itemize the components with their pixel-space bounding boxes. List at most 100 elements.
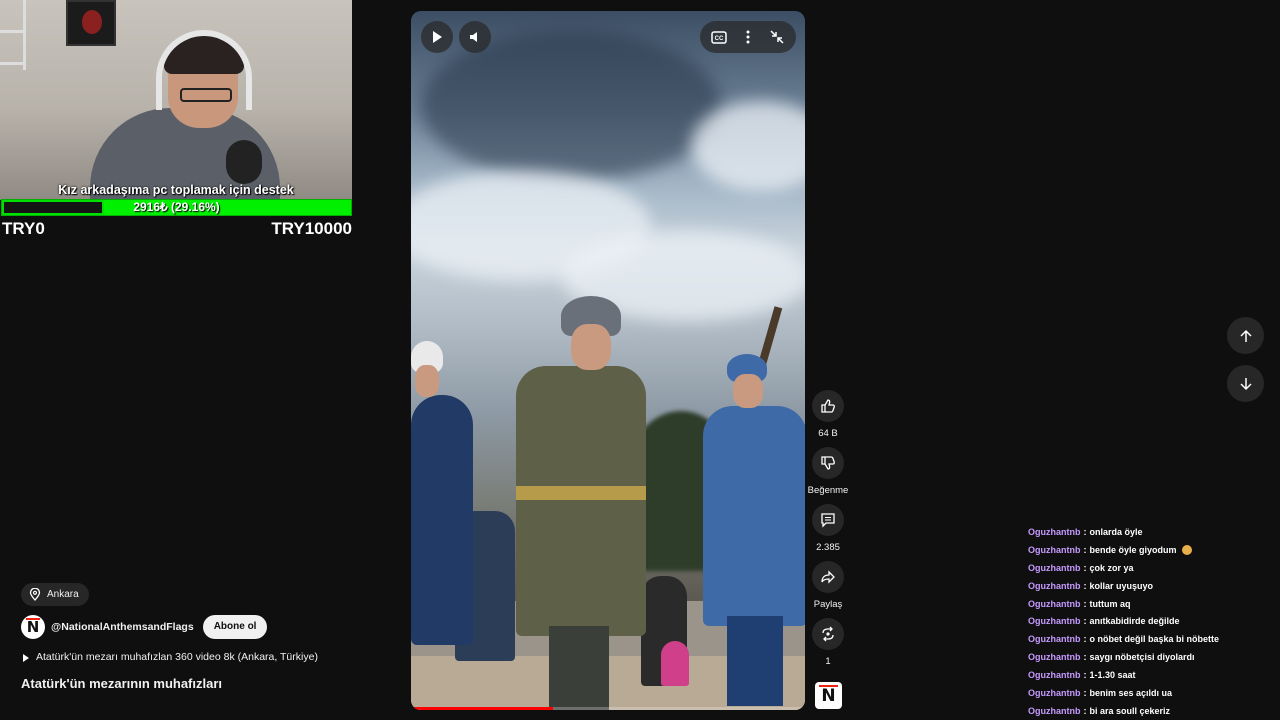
chat-message: Oguzhantnb: anıtkabidirde değilde bbox=[1028, 612, 1278, 630]
previous-video-button[interactable] bbox=[1227, 317, 1264, 354]
chat-separator: : bbox=[1083, 616, 1087, 627]
chat-separator: : bbox=[1083, 580, 1087, 591]
video-description-text: Atatürk'ün mezarı muhafızlan 360 video 8… bbox=[36, 651, 318, 663]
chat-username: Oguzhantnb bbox=[1028, 526, 1081, 537]
action-bar: 64 B Beğenme 2.385 Paylaş 1 bbox=[807, 390, 849, 675]
chat-username: Oguzhantnb bbox=[1028, 580, 1081, 591]
chat-message: Oguzhantnb: çok zor ya bbox=[1028, 559, 1278, 577]
chat-message: Oguzhantnb: tuttum aq bbox=[1028, 595, 1278, 613]
chat-separator: : bbox=[1083, 562, 1087, 573]
chat-message: Oguzhantnb: bende öyle giyodum bbox=[1028, 541, 1278, 559]
captions-button[interactable]: CC bbox=[705, 23, 733, 51]
chat-text: anıtkabidirde değilde bbox=[1089, 616, 1180, 627]
location-chip[interactable]: Ankara bbox=[21, 583, 89, 606]
comments-action: 2.385 bbox=[810, 504, 846, 553]
chat-text: onlarda öyle bbox=[1089, 526, 1143, 537]
like-button[interactable] bbox=[812, 390, 844, 422]
play-button[interactable] bbox=[421, 21, 453, 53]
next-video-button[interactable] bbox=[1227, 365, 1264, 402]
video-soldier-left bbox=[411, 341, 473, 710]
chat-text: tuttum aq bbox=[1089, 598, 1131, 609]
share-button[interactable] bbox=[812, 561, 844, 593]
chat-text: saygı nöbetçisi diyolardı bbox=[1089, 652, 1195, 663]
video-cloud-dark bbox=[421, 31, 721, 181]
donation-goal-progress-text: 2916₺ (29.16%) bbox=[133, 200, 220, 214]
microphone bbox=[226, 140, 262, 184]
background-shelf bbox=[0, 0, 26, 70]
channel-avatar[interactable]: N bbox=[21, 614, 45, 639]
video-soldier-center bbox=[511, 296, 651, 710]
chat-text: bi ara soull çekeriz bbox=[1089, 705, 1171, 716]
collapse-button[interactable] bbox=[763, 23, 791, 51]
chat-message: Oguzhantnb: onlarda öyle bbox=[1028, 523, 1278, 541]
soldier-legs bbox=[549, 626, 609, 710]
like-action: 64 B bbox=[810, 390, 846, 439]
webcam-feed: Kız arkadaşıma pc toplamak için destek bbox=[0, 0, 352, 200]
comments-button[interactable] bbox=[812, 504, 844, 536]
channel-row: N @NationalAnthemsandFlags Abone ol bbox=[21, 614, 268, 639]
soldier-face bbox=[571, 324, 611, 370]
chat-separator: : bbox=[1083, 634, 1087, 645]
svg-text:CC: CC bbox=[714, 36, 723, 42]
video-progress-bar[interactable] bbox=[411, 707, 805, 710]
chat-separator: : bbox=[1083, 705, 1087, 716]
remix-button[interactable] bbox=[812, 618, 844, 650]
more-vert-icon bbox=[746, 30, 750, 44]
video-description[interactable]: Atatürk'ün mezarı muhafızlan 360 video 8… bbox=[22, 651, 318, 663]
chat-text: bende öyle giyodum bbox=[1089, 544, 1177, 555]
chat-username: Oguzhantnb bbox=[1028, 670, 1081, 681]
soldier-coat bbox=[703, 406, 805, 626]
donation-goal-title: Kız arkadaşıma pc toplamak için destek bbox=[58, 183, 294, 197]
chat-text: kollar uyuşuyo bbox=[1089, 580, 1154, 591]
channel-handle[interactable]: @NationalAnthemsandFlags bbox=[51, 621, 194, 633]
volume-button[interactable] bbox=[459, 21, 491, 53]
donation-goal-max: TRY10000 bbox=[271, 219, 352, 238]
share-action: Paylaş bbox=[810, 561, 846, 610]
expand-play-icon bbox=[23, 654, 29, 662]
remix-icon bbox=[822, 626, 834, 642]
video-soldier-right bbox=[703, 306, 805, 710]
chat-separator: : bbox=[1083, 687, 1087, 698]
chat-message: Oguzhantnb: benim ses açıldı ua bbox=[1028, 684, 1278, 702]
soldier-legs bbox=[727, 616, 783, 706]
chat-text: 1-1.30 saat bbox=[1089, 670, 1136, 681]
chat-message: Oguzhantnb: saygı nöbetçisi diyolardı bbox=[1028, 648, 1278, 666]
collapse-icon bbox=[770, 30, 784, 44]
video-player[interactable]: CC bbox=[411, 11, 805, 710]
dislike-label: Beğenme bbox=[807, 485, 849, 496]
donation-goal-bar: 2916₺ (29.16%) bbox=[1, 199, 352, 216]
channel-logo-button[interactable]: N bbox=[815, 682, 842, 709]
remix-count: 1 bbox=[825, 656, 831, 667]
more-options-button[interactable] bbox=[734, 23, 762, 51]
chat-username: Oguzhantnb bbox=[1028, 616, 1081, 627]
arrow-down-icon bbox=[1239, 377, 1252, 390]
player-controls-group: CC bbox=[700, 21, 796, 53]
chat-message: Oguzhantnb: kollar uyuşuyo bbox=[1028, 577, 1278, 595]
chat-username: Oguzhantnb bbox=[1028, 687, 1081, 698]
thumbs-up-icon bbox=[821, 399, 835, 413]
chat-message: Oguzhantnb:1-1.30 saat bbox=[1028, 666, 1278, 684]
volume-icon bbox=[470, 32, 477, 42]
thumbs-down-icon bbox=[821, 456, 835, 470]
play-icon bbox=[433, 31, 442, 43]
chat-message: Oguzhantnb: o nöbet değil başka bi nöbett… bbox=[1028, 630, 1278, 648]
chat-separator: : bbox=[1083, 526, 1087, 537]
soldier-face bbox=[415, 365, 439, 397]
chat-text: benim ses açıldı ua bbox=[1089, 687, 1173, 698]
share-label: Paylaş bbox=[813, 599, 843, 610]
dislike-button[interactable] bbox=[812, 447, 844, 479]
emoji-icon bbox=[1181, 544, 1192, 555]
captions-icon: CC bbox=[710, 30, 727, 44]
comment-count: 2.385 bbox=[816, 542, 840, 553]
arrow-up-icon bbox=[1239, 329, 1252, 342]
dislike-action: Beğenme bbox=[807, 447, 849, 496]
subscribe-button[interactable]: Abone ol bbox=[202, 614, 268, 639]
chat-separator: : bbox=[1083, 544, 1087, 555]
soldier-face bbox=[733, 374, 763, 408]
chat-separator: : bbox=[1083, 670, 1087, 681]
share-icon bbox=[821, 570, 835, 584]
video-bystander-bag bbox=[661, 641, 689, 686]
chat-message: Oguzhantnb: bi ara soull çekeriz bbox=[1028, 702, 1278, 720]
soldier-coat bbox=[411, 395, 473, 645]
video-title: Atatürk'ün mezarının muhafızları bbox=[21, 676, 223, 691]
